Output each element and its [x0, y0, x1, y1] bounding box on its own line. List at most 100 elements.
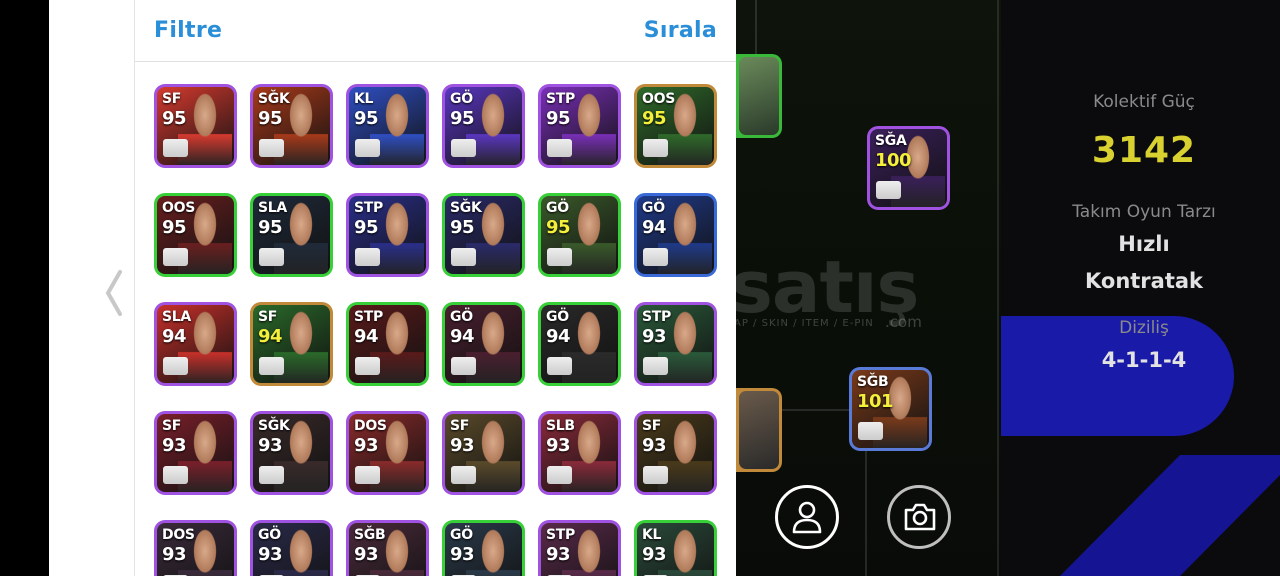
player-card[interactable]: STP 95 [538, 84, 621, 168]
collective-power-value: 3142 [1091, 130, 1197, 171]
player-card[interactable]: GÖ 94 [634, 193, 717, 277]
card-face: GÖ 95 [541, 196, 618, 274]
player-card[interactable]: SF 94 [250, 302, 333, 386]
card-rating: 94 [354, 326, 379, 347]
panel-header: Filtre Sırala [135, 0, 736, 62]
player-card[interactable]: SF 93 [442, 411, 525, 495]
chevron-left-icon[interactable] [100, 268, 130, 318]
card-face: SĞB 101 [852, 370, 929, 448]
player-card[interactable]: OOS 95 [154, 193, 237, 277]
card-rating: 94 [546, 326, 571, 347]
card-face: OOS 95 [637, 87, 714, 165]
player-card[interactable]: STP 93 [634, 302, 717, 386]
card-rating: 93 [354, 544, 379, 565]
card-position: GÖ [546, 309, 569, 325]
player-card[interactable]: STP 95 [346, 193, 429, 277]
card-face: GÖ 95 [445, 87, 522, 165]
formation-player-card[interactable]: SĞA 100 [867, 126, 950, 210]
card-position: SLB [546, 418, 575, 434]
card-face: SĞB 93 [349, 523, 426, 576]
card-position: STP [546, 527, 575, 543]
card-position: OOS [162, 200, 195, 216]
player-card[interactable]: GÖ 95 [442, 84, 525, 168]
card-position: DOS [354, 418, 387, 434]
club-badge-icon [547, 139, 572, 157]
player-card[interactable]: OOS 95 [634, 84, 717, 168]
player-card[interactable]: SF 93 [634, 411, 717, 495]
player-card[interactable]: STP 94 [346, 302, 429, 386]
club-badge-icon [451, 248, 476, 266]
camera-button[interactable] [887, 485, 951, 549]
card-rating: 95 [258, 217, 283, 238]
player-card[interactable]: GÖ 93 [442, 520, 525, 576]
card-position: KL [642, 527, 662, 543]
player-card[interactable]: GÖ 94 [538, 302, 621, 386]
card-face: SF 93 [637, 414, 714, 492]
club-badge-icon [643, 466, 668, 484]
player-card[interactable]: GÖ 95 [538, 193, 621, 277]
card-face: SĞA 100 [870, 129, 947, 207]
card-position: GÖ [450, 309, 473, 325]
player-card[interactable]: SLA 95 [250, 193, 333, 277]
card-rating: 93 [258, 544, 283, 565]
club-badge-icon [547, 248, 572, 266]
card-position: SĞA [875, 133, 907, 149]
card-position: SĞK [450, 200, 482, 216]
card-position: GÖ [642, 200, 665, 216]
card-face: STP 93 [541, 523, 618, 576]
card-rating: 95 [546, 217, 571, 238]
player-card[interactable]: SLB 93 [538, 411, 621, 495]
collective-power-label: Kolektif Güç [1093, 92, 1195, 112]
player-card[interactable]: SF 95 [154, 84, 237, 168]
player-card[interactable]: GÖ 94 [442, 302, 525, 386]
card-rating: 95 [450, 217, 475, 238]
club-badge-icon [643, 357, 668, 375]
camera-icon [904, 503, 936, 531]
card-position: STP [354, 309, 383, 325]
player-card[interactable]: STP 93 [538, 520, 621, 576]
club-badge-icon [876, 181, 901, 199]
player-card[interactable]: SĞK 93 [250, 411, 333, 495]
card-position: SF [162, 91, 182, 107]
filter-button[interactable]: Filtre [154, 18, 222, 43]
player-card[interactable]: SLA 94 [154, 302, 237, 386]
club-badge-icon [451, 357, 476, 375]
player-card[interactable]: SF 93 [154, 411, 237, 495]
card-position: OOS [642, 91, 675, 107]
watermark-subtext: AP / SKIN / ITEM / E-PIN [734, 318, 874, 329]
player-card[interactable]: SĞK 95 [250, 84, 333, 168]
formation-slot-card[interactable] [736, 54, 782, 138]
club-badge-icon [163, 248, 188, 266]
player-card[interactable]: DOS 93 [154, 520, 237, 576]
card-face: KL 93 [637, 523, 714, 576]
club-badge-icon [259, 139, 284, 157]
sort-button[interactable]: Sırala [644, 18, 717, 43]
card-rating: 95 [162, 217, 187, 238]
player-card[interactable]: KL 95 [346, 84, 429, 168]
player-photo [658, 529, 712, 576]
playstyle-label: Takım Oyun Tarzı [1072, 202, 1216, 222]
club-badge-icon [451, 139, 476, 157]
card-rating: 93 [642, 435, 667, 456]
card-position: SF [162, 418, 182, 434]
player-card[interactable]: SĞB 93 [346, 520, 429, 576]
card-position: GÖ [450, 527, 473, 543]
card-rating: 95 [642, 108, 667, 129]
formation-player-card[interactable]: SĞB 101 [849, 367, 932, 451]
card-face: GÖ 94 [637, 196, 714, 274]
club-badge-icon [643, 248, 668, 266]
card-face: SLA 94 [157, 305, 234, 383]
player-card[interactable]: GÖ 93 [250, 520, 333, 576]
player-card[interactable]: KL 93 [634, 520, 717, 576]
player-card[interactable]: SĞK 95 [442, 193, 525, 277]
card-rating: 93 [546, 435, 571, 456]
card-face: GÖ 94 [445, 305, 522, 383]
player-card[interactable]: DOS 93 [346, 411, 429, 495]
profile-button[interactable] [775, 485, 839, 549]
card-rating: 94 [450, 326, 475, 347]
card-rating: 94 [642, 217, 667, 238]
club-badge-icon [163, 466, 188, 484]
card-face: SĞK 93 [253, 414, 330, 492]
card-position: DOS [162, 527, 195, 543]
formation-slot-card[interactable] [736, 388, 782, 472]
